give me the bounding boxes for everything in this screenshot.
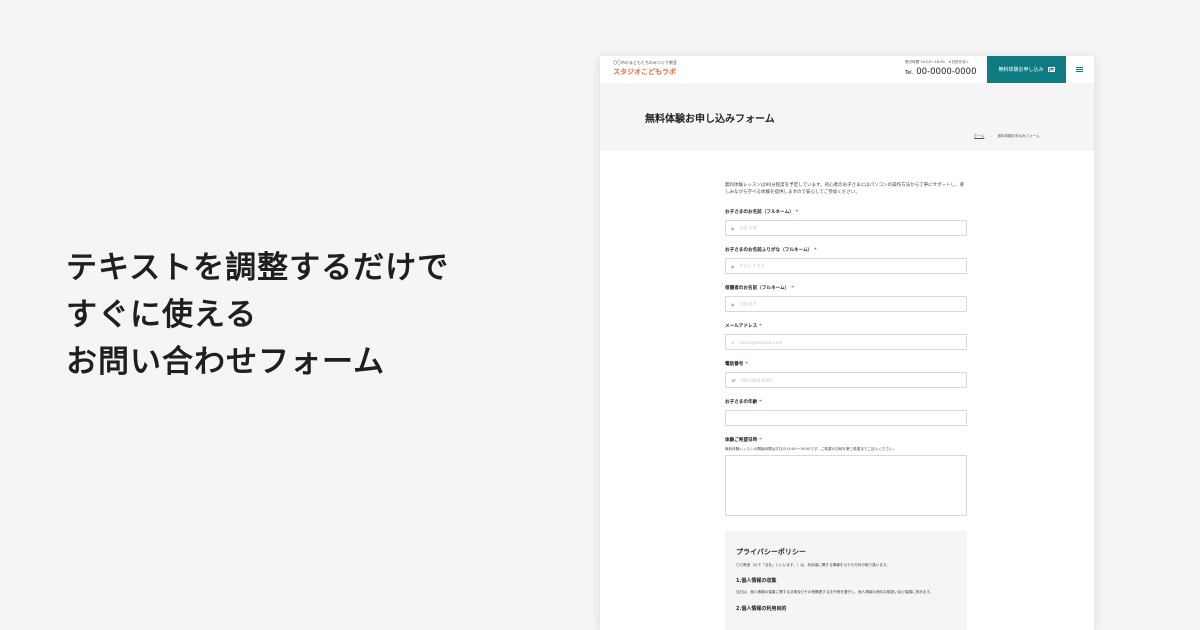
tel-label: Tel. bbox=[905, 70, 914, 76]
phone-input[interactable]: ☎ 000-0000-0000 bbox=[725, 372, 967, 388]
child-name-input[interactable]: ● 山田 太郎 bbox=[725, 220, 967, 236]
website-mockup: 〇〇市のまどもたちのみつくり教室 スタジオこどもラボ 受付時間 10:00〜18… bbox=[600, 56, 1094, 630]
headline-line-1: テキストを調整するだけで bbox=[66, 250, 450, 286]
child-age-input[interactable] bbox=[725, 410, 967, 426]
required-mark: * bbox=[814, 248, 817, 253]
policy-section-title: 2.個人情報の利用目的 bbox=[736, 606, 787, 612]
mail-icon: ✉ bbox=[731, 339, 735, 345]
policy-title: プライバシーポリシー bbox=[736, 548, 806, 556]
headline-line-3: お問い合わせフォーム bbox=[66, 344, 386, 380]
field-label: お子さまのお名前ふりがな（フルネーム） * bbox=[725, 248, 817, 253]
page-hero: 無料体験お申し込みフォーム ホーム - 無料体験お申込みフォーム bbox=[600, 83, 1094, 151]
hamburger-menu-icon[interactable] bbox=[1076, 67, 1083, 72]
field-guardian-name: 保護者のお名前（フルネーム） * ● 山田 花子 bbox=[725, 285, 967, 312]
business-hours: 受付時間 10:00〜18:00 ※日祝を除く bbox=[905, 60, 970, 64]
field-label: 電話番号 * bbox=[725, 362, 748, 367]
phone-icon: ☎ bbox=[731, 377, 736, 383]
policy-section-body: 当社は、個人情報の保護に関する法律及びその他関連する法令等を遵守し、個人情報の適… bbox=[736, 590, 934, 594]
free-trial-button-label: 無料体験お申し込み bbox=[998, 67, 1044, 73]
required-mark: * bbox=[745, 362, 748, 367]
required-mark: * bbox=[795, 210, 799, 215]
field-label: 保護者のお名前（フルネーム） * bbox=[725, 286, 794, 291]
person-icon: ● bbox=[731, 225, 735, 231]
brand-subtitle: 〇〇市のまどもたちのみつくり教室 bbox=[613, 60, 677, 65]
input-placeholder: 山田 花子 bbox=[739, 301, 757, 306]
input-placeholder: 000-0000-0000 bbox=[740, 377, 772, 383]
field-child-kana: お子さまのお名前ふりがな（フルネーム） * ● やまだ たろう bbox=[725, 247, 967, 274]
field-preferred-datetime: 体験ご希望日時 * 無料体験レッスンの開始時間は平日の15:00〜16:00です。… bbox=[725, 437, 967, 516]
breadcrumb-separator: - bbox=[990, 134, 992, 138]
required-mark: * bbox=[759, 438, 762, 443]
breadcrumb: ホーム - 無料体験お申込みフォーム bbox=[974, 134, 1040, 139]
form-intro: 無料体験レッスンは90分程度を予定しています。初心者のお子さまにはパソコンの操作… bbox=[725, 183, 965, 195]
email-input[interactable]: ✉ xxxxx@example.com bbox=[725, 334, 967, 350]
field-email: メールアドレス * ✉ xxxxx@example.com bbox=[725, 323, 967, 350]
field-child-age: お子さまの年齢 * bbox=[725, 399, 967, 426]
child-kana-input[interactable]: ● やまだ たろう bbox=[725, 258, 967, 274]
input-placeholder: xxxxx@example.com bbox=[739, 339, 783, 345]
breadcrumb-current: 無料体験お申込みフォーム bbox=[997, 134, 1040, 138]
required-mark: * bbox=[759, 324, 762, 329]
phone-number[interactable]: Tel. 00-0000-0000 bbox=[905, 67, 976, 77]
field-label: メールアドレス * bbox=[725, 324, 762, 329]
contact-form: 無料体験レッスンは90分程度を予定しています。初心者のお子さまにはパソコンの操作… bbox=[725, 182, 967, 630]
field-label: お子さまのお名前（フルネーム） * bbox=[725, 210, 799, 215]
tel-value: 00-0000-0000 bbox=[916, 67, 977, 77]
privacy-policy-box[interactable]: プライバシーポリシー 〇〇教室（以下「当社」といいます。）は、利用者に関する情報… bbox=[725, 531, 967, 630]
field-help-text: 無料体験レッスンの開始時間は平日の15:00〜16:00です。ご希望の日時を第三… bbox=[725, 447, 897, 451]
input-placeholder: 山田 太郎 bbox=[739, 225, 757, 230]
person-icon: ● bbox=[731, 263, 735, 269]
required-mark: * bbox=[791, 286, 794, 291]
hero-headline: テキストを調整するだけで すぐに使える お問い合わせフォーム bbox=[66, 245, 449, 386]
site-header: 〇〇市のまどもたちのみつくり教室 スタジオこどもラボ 受付時間 10:00〜18… bbox=[600, 56, 1094, 83]
field-label: 体験ご希望日時 * bbox=[725, 438, 762, 443]
brand-name[interactable]: スタジオこどもラボ bbox=[613, 67, 677, 77]
headline-line-2: すぐに使える bbox=[66, 297, 258, 333]
input-placeholder: やまだ たろう bbox=[739, 263, 765, 268]
free-trial-button[interactable]: 無料体験お申し込み bbox=[987, 56, 1066, 83]
field-child-name: お子さまのお名前（フルネーム） * ● 山田 太郎 bbox=[725, 209, 967, 236]
guardian-name-input[interactable]: ● 山田 花子 bbox=[725, 296, 967, 312]
site-brand[interactable]: 〇〇市のまどもたちのみつくり教室 スタジオこどもラボ bbox=[613, 60, 677, 77]
page-title: 無料体験お申し込みフォーム bbox=[645, 114, 775, 125]
envelope-icon bbox=[1047, 67, 1055, 72]
field-label: お子さまの年齢 * bbox=[725, 400, 762, 405]
policy-intro: 〇〇教室（以下「当社」といいます。）は、利用者に関する情報を以下の方針の取り扱い… bbox=[736, 563, 890, 567]
preferred-datetime-textarea[interactable] bbox=[725, 455, 967, 516]
breadcrumb-home[interactable]: ホーム bbox=[974, 134, 984, 138]
header-contact: 受付時間 10:00〜18:00 ※日祝を除く Tel. 00-0000-0000 bbox=[905, 60, 976, 77]
policy-section-title: 1.個人情報の収集 bbox=[736, 578, 777, 584]
field-phone: 電話番号 * ☎ 000-0000-0000 bbox=[725, 361, 967, 388]
person-icon: ● bbox=[731, 301, 735, 307]
required-mark: * bbox=[759, 400, 762, 405]
